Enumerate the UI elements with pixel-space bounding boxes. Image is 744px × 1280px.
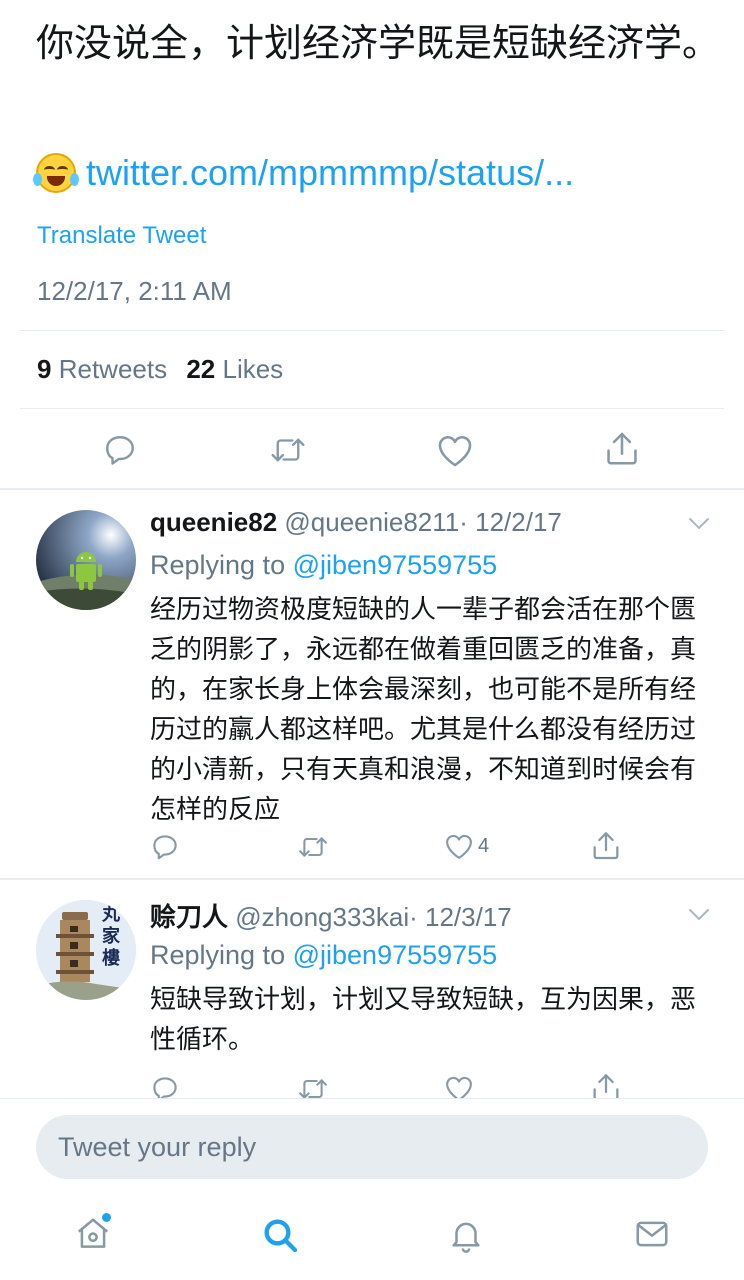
tab-search[interactable] [260,1215,300,1259]
share-button[interactable] [590,830,622,862]
tweet-stats: 9 Retweets 22 Likes [37,354,283,385]
retweet-icon [299,837,327,857]
likes-label[interactable]: Likes [222,354,283,384]
reply-author-name[interactable]: 赊刀人 [150,902,228,932]
messages-icon [636,1221,668,1247]
reply-menu-button[interactable] [688,516,710,535]
avatar-caption: 丸家樓 [102,904,120,969]
replying-to: Replying to @jiben97559755 [150,550,497,581]
reply-text: 经历过物资极度短缺的人一辈子都会活在那个匮乏的阴影了，永远都在做着重回匮乏的准备… [150,595,697,825]
tweet-link[interactable]: twitter.com/mpmmmp/status/... [86,152,574,194]
divider [20,330,724,331]
like-button[interactable] [436,432,474,468]
replying-to: Replying to @jiben97559755 [150,940,497,971]
compose-bar [0,1098,744,1280]
section-divider [0,488,744,490]
share-icon [593,832,619,860]
replying-to-label: Replying to [150,940,286,970]
reply-icon [106,436,134,465]
reply-author-name[interactable]: queenie82 [150,507,277,537]
tweet-text: 你没说全，计划经济学既是短缺经济学。 [36,21,721,65]
translate-tweet-link[interactable]: Translate Tweet [37,222,206,250]
avatar[interactable] [36,510,136,610]
replying-to-label: Replying to [150,550,286,580]
avatar[interactable]: 丸家樓 [36,900,136,1000]
heart-icon [446,834,472,859]
likes-count[interactable]: 22 [186,354,215,384]
like-button[interactable]: 4 [444,832,489,860]
reply-menu-button[interactable] [688,907,710,926]
search-icon [264,1219,298,1253]
joy-emoji-icon [33,153,79,193]
chevron-down-icon [689,909,709,921]
share-icon [607,432,637,465]
retweet-icon [271,438,305,462]
reply-button[interactable] [150,832,180,862]
retweet-button[interactable] [269,432,307,468]
reply-header: queenie82 @queenie8211· 12/2/17 [150,507,562,538]
reply-icon [153,835,177,860]
reply-input[interactable] [36,1115,708,1179]
share-button[interactable] [603,430,641,468]
tab-notifications[interactable] [447,1215,485,1259]
notification-dot [102,1213,111,1222]
reply-author-handle[interactable]: @zhong333kai [235,902,409,932]
replying-to-handle[interactable]: @jiben97559755 [293,940,498,970]
retweet-button[interactable] [297,832,329,862]
reply-date: · 12/3/17 [409,902,512,932]
like-count: 4 [478,834,490,857]
section-divider [0,878,744,880]
reply-text: 短缺导致计划，计划又导致短缺，互为因果，恶性循环。 [150,985,697,1055]
reply-button[interactable] [102,432,138,468]
tab-home[interactable] [74,1213,112,1257]
reply-header: 赊刀人 @zhong333kai· 12/3/17 [150,897,512,934]
tweet-timestamp: 12/2/17, 2:11 AM [37,276,232,306]
reply-author-handle[interactable]: @queenie8211 [284,507,459,537]
tab-bar [0,1199,744,1280]
android-avatar-icon [36,510,136,610]
retweets-count[interactable]: 9 [37,354,51,384]
chevron-down-icon [689,518,709,530]
divider [20,408,724,409]
reply-date: · 12/2/17 [459,507,562,537]
retweets-label[interactable]: Retweets [59,354,167,384]
tab-messages[interactable] [633,1215,671,1257]
notifications-icon [452,1222,480,1253]
heart-icon [438,436,472,467]
replying-to-handle[interactable]: @jiben97559755 [293,550,498,580]
tweet-link-row[interactable]: twitter.com/mpmmmp/status/... [33,152,574,194]
